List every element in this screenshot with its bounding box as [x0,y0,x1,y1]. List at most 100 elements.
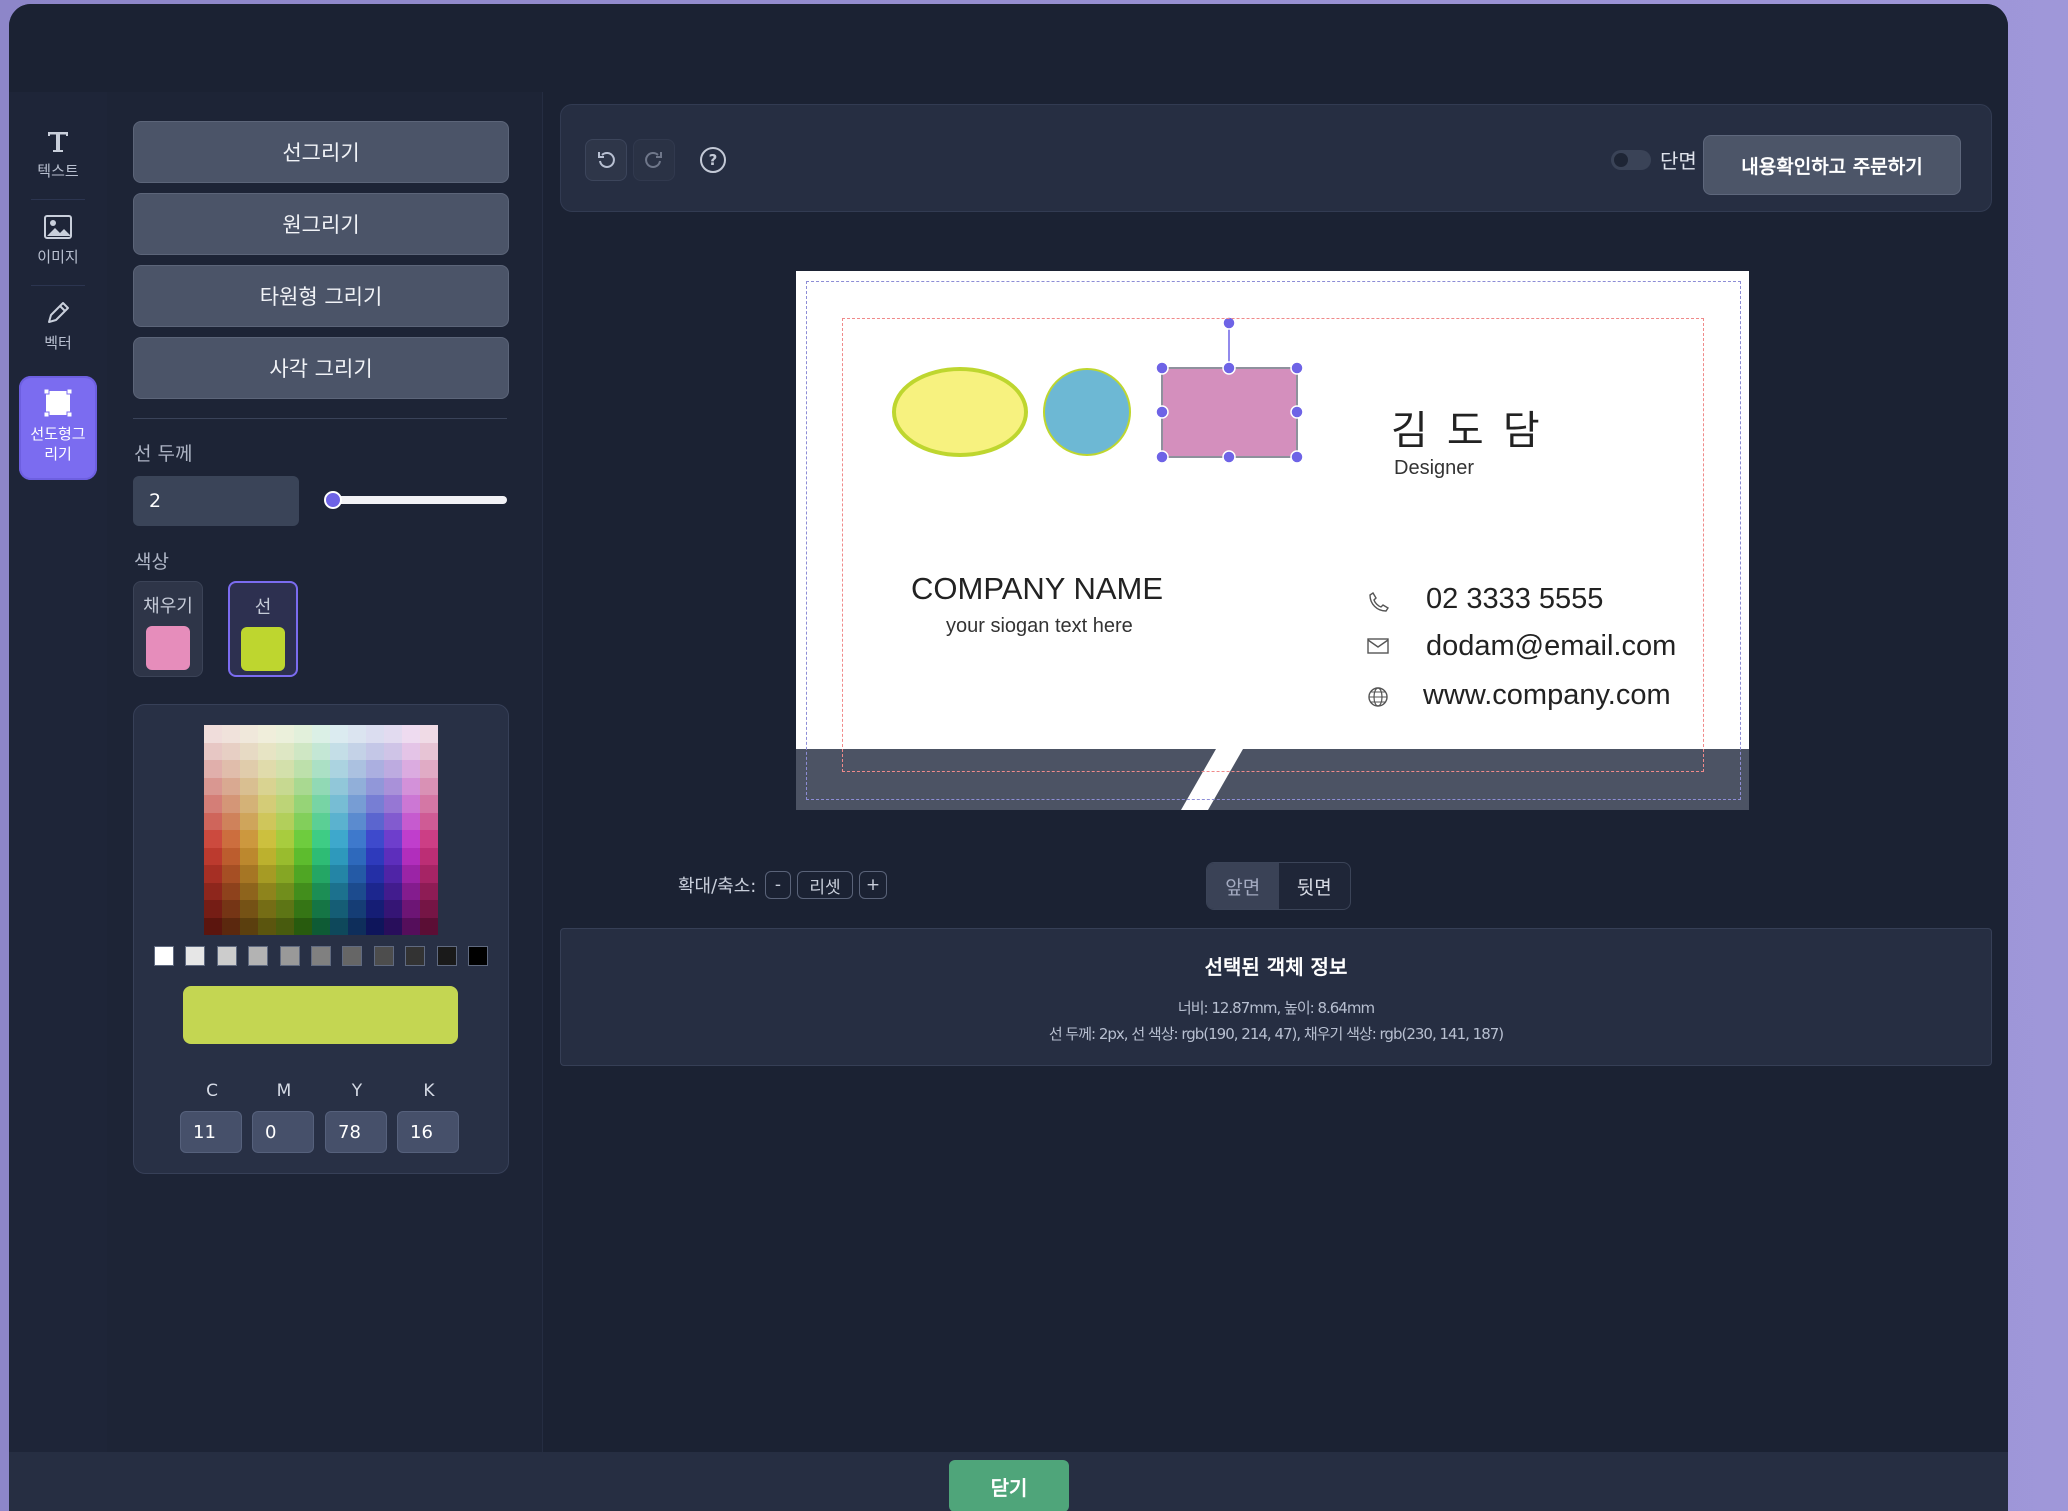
palette-swatch[interactable] [348,812,366,830]
palette-swatch[interactable] [276,742,294,760]
palette-swatch[interactable] [240,865,258,883]
palette-swatch[interactable] [348,742,366,760]
palette-swatch[interactable] [204,917,222,935]
palette-swatch[interactable] [402,830,420,848]
card-company-name[interactable]: COMPANY NAME [911,571,1163,607]
palette-swatch[interactable] [204,725,222,743]
gray-swatch[interactable] [279,946,300,966]
palette-swatch[interactable] [222,812,240,830]
palette-swatch[interactable] [420,760,438,778]
cmyk-m-input[interactable]: 0 [252,1111,314,1153]
palette-swatch[interactable] [366,812,384,830]
palette-swatch[interactable] [258,795,276,813]
palette-swatch[interactable] [258,882,276,900]
palette-swatch[interactable] [330,760,348,778]
palette-swatch[interactable] [312,812,330,830]
palette-swatch[interactable] [384,795,402,813]
help-icon[interactable]: ? [700,147,726,173]
palette-swatch[interactable] [240,917,258,935]
palette-swatch[interactable] [402,847,420,865]
palette-swatch[interactable] [366,725,384,743]
palette-swatch[interactable] [294,725,312,743]
card-phone[interactable]: 02 3333 5555 [1426,583,1603,616]
gray-swatch[interactable] [405,946,426,966]
palette-swatch[interactable] [222,760,240,778]
palette-swatch[interactable] [402,795,420,813]
palette-swatch[interactable] [420,812,438,830]
palette-swatch[interactable] [312,777,330,795]
palette-swatch[interactable] [204,865,222,883]
palette-swatch[interactable] [348,760,366,778]
palette-swatch[interactable] [330,917,348,935]
palette-swatch[interactable] [330,847,348,865]
palette-swatch[interactable] [276,812,294,830]
card-website[interactable]: www.company.com [1423,679,1671,712]
business-card-canvas[interactable]: 김 도 담 Designer COMPANY NAME your siogan … [796,271,1749,810]
palette-swatch[interactable] [366,795,384,813]
gray-swatch[interactable] [248,946,269,966]
palette-swatch[interactable] [258,760,276,778]
palette-swatch[interactable] [330,900,348,918]
palette-swatch[interactable] [294,882,312,900]
palette-swatch[interactable] [402,917,420,935]
palette-swatch[interactable] [222,882,240,900]
tool-text[interactable]: 텍스트 [19,128,97,181]
palette-swatch[interactable] [276,847,294,865]
palette-swatch[interactable] [366,830,384,848]
palette-swatch[interactable] [222,742,240,760]
draw-line-button[interactable]: 선그리기 [133,121,509,183]
palette-swatch[interactable] [240,777,258,795]
palette-swatch[interactable] [402,882,420,900]
palette-swatch[interactable] [204,812,222,830]
palette-swatch[interactable] [330,795,348,813]
palette-swatch[interactable] [204,742,222,760]
tool-vector[interactable]: 벡터 [19,300,97,353]
palette-swatch[interactable] [348,725,366,743]
line-width-slider-handle[interactable] [324,491,343,509]
palette-swatch[interactable] [420,742,438,760]
palette-swatch[interactable] [384,742,402,760]
palette-swatch[interactable] [384,725,402,743]
palette-swatch[interactable] [420,882,438,900]
palette-swatch[interactable] [258,742,276,760]
palette-swatch[interactable] [204,830,222,848]
palette-swatch[interactable] [402,865,420,883]
palette-swatch[interactable] [384,830,402,848]
tab-front[interactable]: 앞면 [1207,863,1279,909]
palette-swatch[interactable] [348,795,366,813]
palette-swatch[interactable] [366,742,384,760]
palette-swatch[interactable] [402,742,420,760]
palette-swatch[interactable] [402,900,420,918]
palette-swatch[interactable] [240,742,258,760]
draw-ellipse-button[interactable]: 타원형 그리기 [133,265,509,327]
card-person-title[interactable]: Designer [1394,457,1474,480]
cmyk-k-input[interactable]: 16 [397,1111,459,1153]
palette-swatch[interactable] [330,725,348,743]
stroke-color-tab[interactable]: 선 [228,581,298,677]
palette-swatch[interactable] [420,777,438,795]
palette-swatch[interactable] [312,900,330,918]
palette-swatch[interactable] [276,725,294,743]
palette-swatch[interactable] [402,760,420,778]
palette-swatch[interactable] [240,847,258,865]
palette-swatch[interactable] [258,830,276,848]
palette-swatch[interactable] [312,795,330,813]
palette-swatch[interactable] [366,847,384,865]
palette-swatch[interactable] [258,777,276,795]
palette-swatch[interactable] [204,882,222,900]
palette-swatch[interactable] [276,830,294,848]
palette-swatch[interactable] [420,795,438,813]
palette-swatch[interactable] [384,917,402,935]
palette-swatch[interactable] [348,900,366,918]
palette-swatch[interactable] [294,847,312,865]
palette-swatch[interactable] [384,812,402,830]
palette-swatch[interactable] [276,777,294,795]
palette-swatch[interactable] [222,900,240,918]
palette-swatch[interactable] [420,830,438,848]
palette-swatch[interactable] [222,795,240,813]
palette-swatch[interactable] [276,760,294,778]
palette-swatch[interactable] [294,760,312,778]
confirm-order-button[interactable]: 내용확인하고 주문하기 [1703,135,1961,195]
palette-swatch[interactable] [348,847,366,865]
palette-swatch[interactable] [222,777,240,795]
